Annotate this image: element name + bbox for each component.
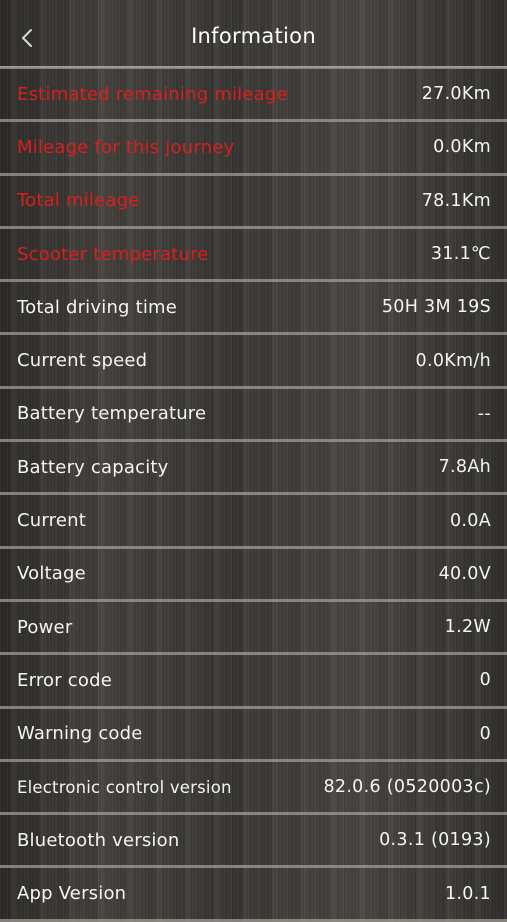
row-label: Total mileage <box>17 190 140 212</box>
info-row-electronic-control-version: Electronic control version 82.0.6 (05200… <box>0 762 507 816</box>
row-value: 40.0V <box>438 563 491 584</box>
row-value: 82.0.6 (0520003c) <box>323 777 491 797</box>
info-row-scooter-temperature: Scooter temperature 31.1℃ <box>0 229 507 283</box>
info-list: Estimated remaining mileage 27.0Km Milea… <box>0 69 507 922</box>
info-row-mileage-this-journey: Mileage for this journey 0.0Km <box>0 122 507 176</box>
row-label: Current <box>17 510 87 532</box>
row-label: Error code <box>17 669 113 691</box>
row-label: Current speed <box>17 350 148 372</box>
info-row-battery-capacity: Battery capacity 7.8Ah <box>0 442 507 496</box>
row-label: Mileage for this journey <box>17 136 235 158</box>
row-value: 31.1℃ <box>430 244 491 265</box>
top-bar: Information <box>0 0 507 69</box>
info-row-total-mileage: Total mileage 78.1Km <box>0 176 507 229</box>
info-row-battery-temperature: Battery temperature -- <box>0 389 507 443</box>
info-row-bluetooth-version: Bluetooth version 0.3.1 (0193) <box>0 815 507 869</box>
row-value: 50H 3M 19S <box>381 297 491 318</box>
row-label: Battery temperature <box>17 403 207 425</box>
row-value: 1.2W <box>444 617 491 638</box>
row-value: 7.8Ah <box>438 457 491 478</box>
row-value: 0.3.1 (0193) <box>379 830 491 851</box>
info-row-warning-code: Warning code 0 <box>0 709 507 762</box>
row-label: Estimated remaining mileage <box>17 83 288 105</box>
info-row-app-version: App Version 1.0.1 <box>0 868 507 922</box>
row-label: Bluetooth version <box>17 829 180 851</box>
info-row-total-driving-time: Total driving time 50H 3M 19S <box>0 282 507 336</box>
row-value: 0.0A <box>449 510 491 531</box>
row-label: Voltage <box>17 563 86 585</box>
row-label: Battery capacity <box>17 456 169 478</box>
info-row-voltage: Voltage 40.0V <box>0 549 507 602</box>
info-row-current-speed: Current speed 0.0Km/h <box>0 335 507 389</box>
row-value: 1.0.1 <box>444 883 491 904</box>
row-value: 0.0Km <box>433 137 491 158</box>
info-row-estimated-remaining-mileage: Estimated remaining mileage 27.0Km <box>0 69 507 123</box>
row-value: -- <box>477 403 491 424</box>
row-label: Total driving time <box>17 296 178 318</box>
row-value: 0.0Km/h <box>415 350 491 371</box>
row-value: 0 <box>479 670 491 691</box>
info-row-current: Current 0.0A <box>0 495 507 549</box>
row-value: 0 <box>479 723 491 744</box>
info-row-power: Power 1.2W <box>0 602 507 656</box>
row-label: Power <box>17 616 73 638</box>
row-value: 27.0Km <box>421 84 491 105</box>
row-label: Scooter temperature <box>17 243 209 265</box>
row-label: App Version <box>17 883 127 905</box>
row-label: Electronic control version <box>17 777 232 797</box>
row-value: 78.1Km <box>421 190 491 211</box>
info-row-error-code: Error code 0 <box>0 655 507 709</box>
row-label: Warning code <box>17 723 143 745</box>
page-title: Information <box>191 24 316 48</box>
